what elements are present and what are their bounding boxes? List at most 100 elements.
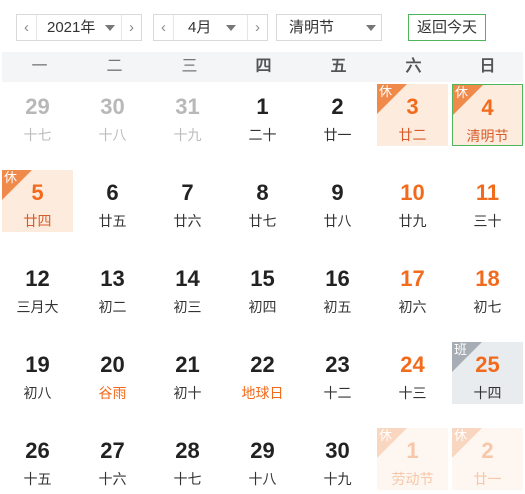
day-cell-body: 休 2 廿一	[452, 428, 523, 490]
month-dropdown-chevron-icon[interactable]	[226, 25, 236, 31]
day-cell-body: 8 廿七	[227, 170, 298, 232]
day-number: 28	[175, 438, 200, 463]
day-number: 1	[256, 94, 269, 119]
day-cell[interactable]: 13 初二	[75, 254, 150, 340]
day-cell-body: 18 初七	[452, 256, 523, 318]
day-cell[interactable]: 18 初七	[450, 254, 525, 340]
day-cell[interactable]: 14 初三	[150, 254, 225, 340]
day-cell[interactable]: 休 5 廿四	[0, 168, 75, 254]
lunar-date: 初五	[323, 299, 352, 315]
day-cell-body: 14 初三	[152, 256, 223, 318]
lunar-date: 谷雨	[98, 385, 127, 401]
day-cell[interactable]: 2 廿一	[300, 82, 375, 168]
day-cell[interactable]: 30 十九	[300, 426, 375, 494]
day-cell[interactable]: 休 3 廿二	[375, 82, 450, 168]
day-cell[interactable]: 17 初六	[375, 254, 450, 340]
lunar-date: 廿一	[323, 127, 352, 143]
day-cell[interactable]: 23 十二	[300, 340, 375, 426]
lunar-date: 初三	[173, 299, 202, 315]
day-cell[interactable]: 29 十七	[0, 82, 75, 168]
year-selector[interactable]: ‹ 2021年 ›	[16, 14, 142, 41]
lunar-date: 二十	[248, 127, 277, 143]
year-value[interactable]: 2021年	[47, 15, 95, 40]
day-cell[interactable]: 7 廿六	[150, 168, 225, 254]
lunar-date: 廿八	[323, 213, 352, 229]
lunar-date: 十二	[323, 385, 352, 401]
day-cell[interactable]: 12 三月大	[0, 254, 75, 340]
lunar-date: 三十	[473, 213, 502, 229]
day-cell-body: 21 初十	[152, 342, 223, 404]
day-number: 25	[475, 352, 500, 377]
day-cell[interactable]: 9 廿八	[300, 168, 375, 254]
day-cell-body: 13 初二	[77, 256, 148, 318]
lunar-date: 清明节	[466, 128, 509, 144]
day-cell[interactable]: 16 初五	[300, 254, 375, 340]
day-cell[interactable]: 30 十八	[75, 82, 150, 168]
month-value[interactable]: 4月	[188, 15, 211, 40]
holiday-dropdown-chevron-icon[interactable]	[366, 25, 376, 31]
back-to-today-button[interactable]: 返回今天	[408, 14, 486, 41]
day-cell[interactable]: 15 初四	[225, 254, 300, 340]
day-cell[interactable]: 6 廿五	[75, 168, 150, 254]
day-cell[interactable]: 28 十七	[150, 426, 225, 494]
day-cell-body: 17 初六	[377, 256, 448, 318]
lunar-date: 廿六	[173, 213, 202, 229]
year-dropdown-chevron-icon[interactable]	[105, 25, 115, 31]
lunar-date: 廿一	[473, 471, 502, 487]
day-cell-body: 29 十八	[227, 428, 298, 490]
day-cell-body: 23 十二	[302, 342, 373, 404]
day-cell[interactable]: 休 4 清明节	[450, 82, 525, 168]
day-cell-body: 2 廿一	[302, 84, 373, 146]
day-cell[interactable]: 1 二十	[225, 82, 300, 168]
day-number: 17	[400, 266, 425, 291]
day-cell[interactable]: 27 十六	[75, 426, 150, 494]
day-cell[interactable]: 19 初八	[0, 340, 75, 426]
lunar-date: 初七	[473, 299, 502, 315]
day-cell[interactable]: 24 十三	[375, 340, 450, 426]
day-cell[interactable]: 21 初十	[150, 340, 225, 426]
day-cell[interactable]: 休 1 劳动节	[375, 426, 450, 494]
lunar-date: 初十	[173, 385, 202, 401]
day-number: 20	[100, 352, 125, 377]
day-cell[interactable]: 休 2 廿一	[450, 426, 525, 494]
day-cell[interactable]: 29 十八	[225, 426, 300, 494]
lunar-date: 十六	[98, 471, 127, 487]
lunar-date: 十三	[398, 385, 427, 401]
lunar-date: 劳动节	[391, 471, 434, 487]
day-cell-body: 11 三十	[452, 170, 523, 232]
prev-year-button[interactable]: ‹	[17, 15, 37, 40]
lunar-date: 廿四	[23, 213, 52, 229]
holiday-selector[interactable]: 清明节	[276, 14, 382, 41]
lunar-date: 十七	[23, 127, 52, 143]
day-cell[interactable]: 班 25 十四	[450, 340, 525, 426]
next-year-button[interactable]: ›	[121, 15, 141, 40]
day-number: 24	[400, 352, 425, 377]
next-month-button[interactable]: ›	[247, 15, 267, 40]
weekday-header: 一 二 三 四 五 六 日	[2, 52, 523, 82]
weekday-fri: 五	[330, 58, 347, 75]
day-cell[interactable]: 20 谷雨	[75, 340, 150, 426]
day-cell[interactable]: 26 十五	[0, 426, 75, 494]
prev-month-button[interactable]: ‹	[154, 15, 174, 40]
lunar-date: 三月大	[16, 299, 59, 315]
day-cell-body: 30 十八	[77, 84, 148, 146]
holiday-value[interactable]: 清明节	[289, 15, 334, 40]
day-cell-body: 26 十五	[2, 428, 73, 490]
day-number: 4	[481, 95, 494, 120]
day-cell[interactable]: 8 廿七	[225, 168, 300, 254]
day-cell-body: 31 十九	[152, 84, 223, 146]
lunar-date: 十七	[173, 471, 202, 487]
day-cell[interactable]: 22 地球日	[225, 340, 300, 426]
day-number: 13	[100, 266, 125, 291]
day-number: 2	[481, 438, 494, 463]
day-cell[interactable]: 31 十九	[150, 82, 225, 168]
day-number: 8	[256, 180, 269, 205]
day-cell[interactable]: 11 三十	[450, 168, 525, 254]
month-selector[interactable]: ‹ 4月 ›	[153, 14, 268, 41]
lunar-date: 初八	[23, 385, 52, 401]
day-cell-body: 27 十六	[77, 428, 148, 490]
day-number: 21	[175, 352, 200, 377]
day-cell[interactable]: 10 廿九	[375, 168, 450, 254]
lunar-date: 十八	[248, 471, 277, 487]
day-number: 23	[325, 352, 350, 377]
